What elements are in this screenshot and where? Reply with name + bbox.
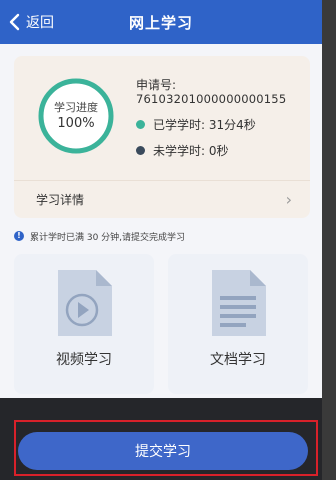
top-header: 返回 网上学习 xyxy=(0,0,322,44)
back-label: 返回 xyxy=(26,15,54,31)
studied-time-label: 已学学时: 31分4秒 xyxy=(153,118,256,132)
unstudied-time-row: 未学学时: 0秒 xyxy=(136,142,229,159)
right-gutter xyxy=(322,0,336,480)
notice-bar: ! 累计学时已满 30 分钟,请提交完成学习 xyxy=(14,228,314,244)
study-details-link[interactable]: 学习详情 › xyxy=(14,181,310,218)
chevron-right-icon: › xyxy=(285,190,292,209)
studied-dot-icon xyxy=(136,120,145,129)
application-number-label: 申请号: xyxy=(136,78,177,92)
unstudied-time-label: 未学学时: 0秒 xyxy=(153,144,229,158)
page-title: 网上学习 xyxy=(128,13,193,32)
progress-ring-value: 100% xyxy=(57,116,95,131)
progress-card: 学习进度 100% 申请号: 76103201000000000155 已学学时… xyxy=(14,56,310,218)
unstudied-dot-icon xyxy=(136,146,145,155)
submit-study-button[interactable]: 提交学习 xyxy=(18,432,308,470)
studied-time-row: 已学学时: 31分4秒 xyxy=(136,116,256,133)
application-number-value: 76103201000000000155 xyxy=(136,92,287,106)
chevron-left-icon xyxy=(9,13,20,31)
document-study-tile[interactable]: 文档学习 xyxy=(168,254,308,394)
video-study-label: 视频学习 xyxy=(56,352,112,368)
study-details-label: 学习详情 xyxy=(36,193,85,207)
progress-ring: 学习进度 100% xyxy=(36,76,116,156)
document-study-label: 文档学习 xyxy=(210,352,266,368)
info-icon: ! xyxy=(14,231,24,241)
document-file-icon xyxy=(212,270,266,336)
progress-ring-label: 学习进度 xyxy=(54,101,98,114)
app-screen: 返回 网上学习 学习进度 100% 申请号: 76103201000000000… xyxy=(0,0,322,480)
notice-text: 累计学时已满 30 分钟,请提交完成学习 xyxy=(30,232,186,243)
video-file-icon xyxy=(58,270,112,336)
video-study-tile[interactable]: 视频学习 xyxy=(14,254,154,394)
back-button[interactable]: 返回 xyxy=(8,0,54,44)
